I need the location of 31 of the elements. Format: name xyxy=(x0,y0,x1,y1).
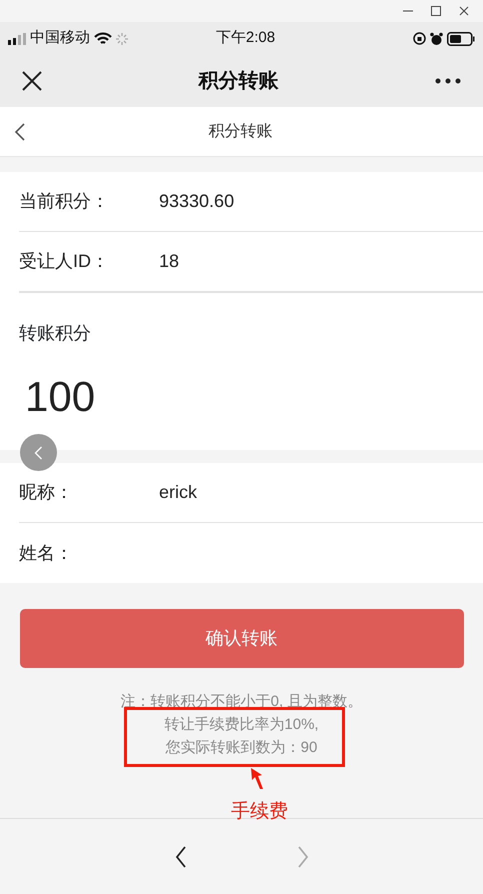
close-icon[interactable] xyxy=(459,6,469,16)
note-text: 您实际转账到数为：90 xyxy=(164,738,318,758)
battery-icon xyxy=(447,32,475,46)
rotation-lock-icon xyxy=(413,32,426,45)
nav-title: 积分转账 xyxy=(197,69,280,94)
field-value: 18 xyxy=(159,250,180,273)
back-icon[interactable] xyxy=(14,122,26,140)
field-label: 昵称： xyxy=(19,481,74,504)
wifi-icon xyxy=(94,32,112,46)
carrier-name: 中国移动 xyxy=(30,28,90,48)
field-label: 转账积分 xyxy=(19,322,92,345)
annotation-label: 手续费 xyxy=(231,800,288,824)
close-icon[interactable] xyxy=(22,71,42,91)
signal-icon xyxy=(8,32,26,44)
maximize-icon[interactable] xyxy=(431,6,441,16)
back-icon[interactable] xyxy=(174,846,186,868)
field-label: 当前积分： xyxy=(19,190,110,213)
field-label: 姓名： xyxy=(19,542,74,564)
field-label: 受让人ID： xyxy=(19,250,110,273)
note-text: 转让手续费比率为10%, xyxy=(163,715,320,735)
status-time: 下午2:08 xyxy=(214,28,276,48)
back-icon xyxy=(34,446,43,460)
field-value: 93330.60 xyxy=(159,190,234,213)
amount-value: 100 xyxy=(25,373,96,420)
loading-icon xyxy=(116,32,128,44)
more-icon[interactable] xyxy=(435,78,461,84)
annotation-arrow xyxy=(250,768,264,790)
page-title: 积分转账 xyxy=(208,122,274,142)
confirm-button[interactable]: 确认转账 xyxy=(20,609,464,668)
alarm-icon xyxy=(430,32,443,46)
field-value: erick xyxy=(159,481,198,504)
